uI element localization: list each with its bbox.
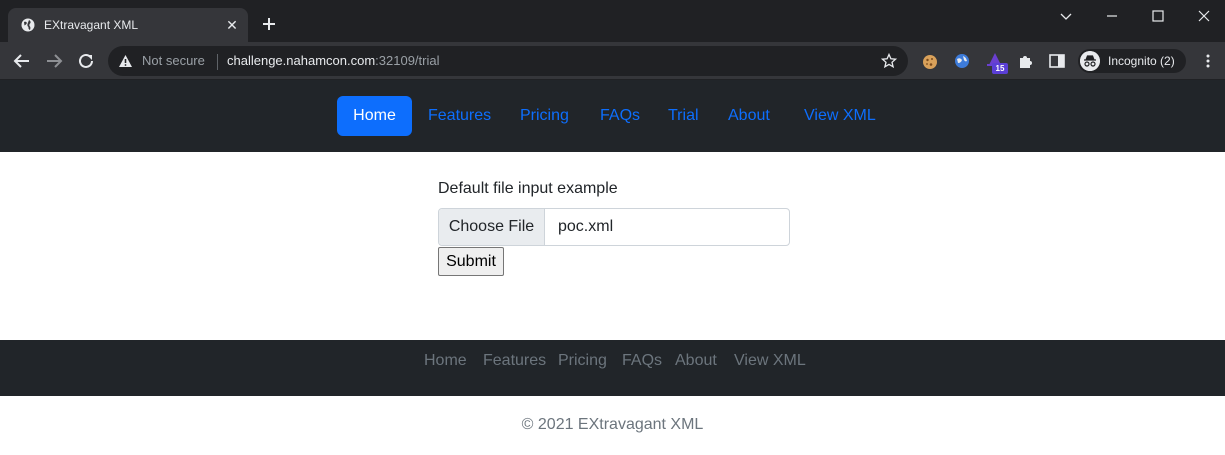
- footer-link-about[interactable]: About: [675, 351, 717, 371]
- file-input-label: Default file input example: [438, 180, 618, 197]
- url-text[interactable]: challenge.nahamcon.com:32109/trial: [227, 53, 439, 69]
- nav-faqs[interactable]: FAQs: [600, 96, 640, 136]
- submit-button[interactable]: Submit: [438, 247, 504, 276]
- choose-file-button[interactable]: Choose File: [439, 209, 545, 245]
- site-navbar: Home Features Pricing FAQs Trial About V…: [0, 80, 1225, 152]
- tab-title: EXtravagant XML: [44, 18, 139, 32]
- back-icon[interactable]: [11, 50, 33, 72]
- site-footer: Home Features Pricing FAQs About View XM…: [0, 340, 1225, 396]
- new-tab-icon[interactable]: [259, 14, 279, 34]
- puzzle-icon[interactable]: [1017, 52, 1035, 70]
- extension-badge: 15: [992, 63, 1008, 74]
- incognito-label: Incognito (2): [1108, 54, 1175, 68]
- omnibox-divider: [217, 54, 218, 70]
- file-input[interactable]: Choose File poc.xml: [438, 208, 790, 246]
- maximize-icon[interactable]: [1148, 6, 1168, 26]
- forward-icon[interactable]: [43, 50, 65, 72]
- browser-titlebar: EXtravagant XML ✕: [0, 0, 1225, 42]
- globe-icon: [21, 18, 35, 32]
- security-label[interactable]: Not secure: [142, 53, 205, 69]
- nav-features[interactable]: Features: [428, 96, 491, 136]
- warning-icon[interactable]: [118, 54, 133, 68]
- footer-link-features[interactable]: Features: [483, 351, 546, 371]
- close-window-icon[interactable]: [1194, 6, 1214, 26]
- incognito-indicator[interactable]: Incognito (2): [1078, 49, 1186, 73]
- url-path: :32109/trial: [375, 53, 440, 68]
- selected-file-name: poc.xml: [558, 218, 614, 235]
- reload-icon[interactable]: [75, 50, 97, 72]
- copyright-text: © 2021 EXtravagant XML: [521, 416, 704, 433]
- star-icon[interactable]: [881, 53, 897, 69]
- tab-close-icon[interactable]: ✕: [224, 16, 240, 34]
- footer-link-home[interactable]: Home: [424, 351, 467, 371]
- more-menu-icon[interactable]: [1200, 53, 1216, 69]
- nav-about[interactable]: About: [728, 96, 770, 136]
- minimize-icon[interactable]: [1102, 6, 1122, 26]
- vpn-icon[interactable]: [953, 52, 971, 70]
- address-bar[interactable]: Not secure challenge.nahamcon.com:32109/…: [108, 46, 908, 76]
- browser-toolbar: Not secure challenge.nahamcon.com:32109/…: [0, 42, 1225, 80]
- nav-home[interactable]: Home: [337, 96, 412, 136]
- footer-link-pricing[interactable]: Pricing: [558, 351, 607, 371]
- nav-view-xml[interactable]: View XML: [804, 96, 876, 136]
- browser-tab[interactable]: EXtravagant XML ✕: [8, 8, 248, 42]
- cookie-icon[interactable]: [921, 53, 939, 71]
- footer-link-faqs[interactable]: FAQs: [622, 351, 662, 371]
- nav-pricing[interactable]: Pricing: [520, 96, 569, 136]
- nav-trial[interactable]: Trial: [668, 96, 699, 136]
- incognito-icon: [1080, 51, 1100, 71]
- side-panel-icon[interactable]: [1048, 52, 1066, 70]
- url-host: challenge.nahamcon.com: [227, 53, 376, 68]
- footer-link-view-xml[interactable]: View XML: [734, 351, 806, 371]
- tab-search-icon[interactable]: [1056, 6, 1076, 26]
